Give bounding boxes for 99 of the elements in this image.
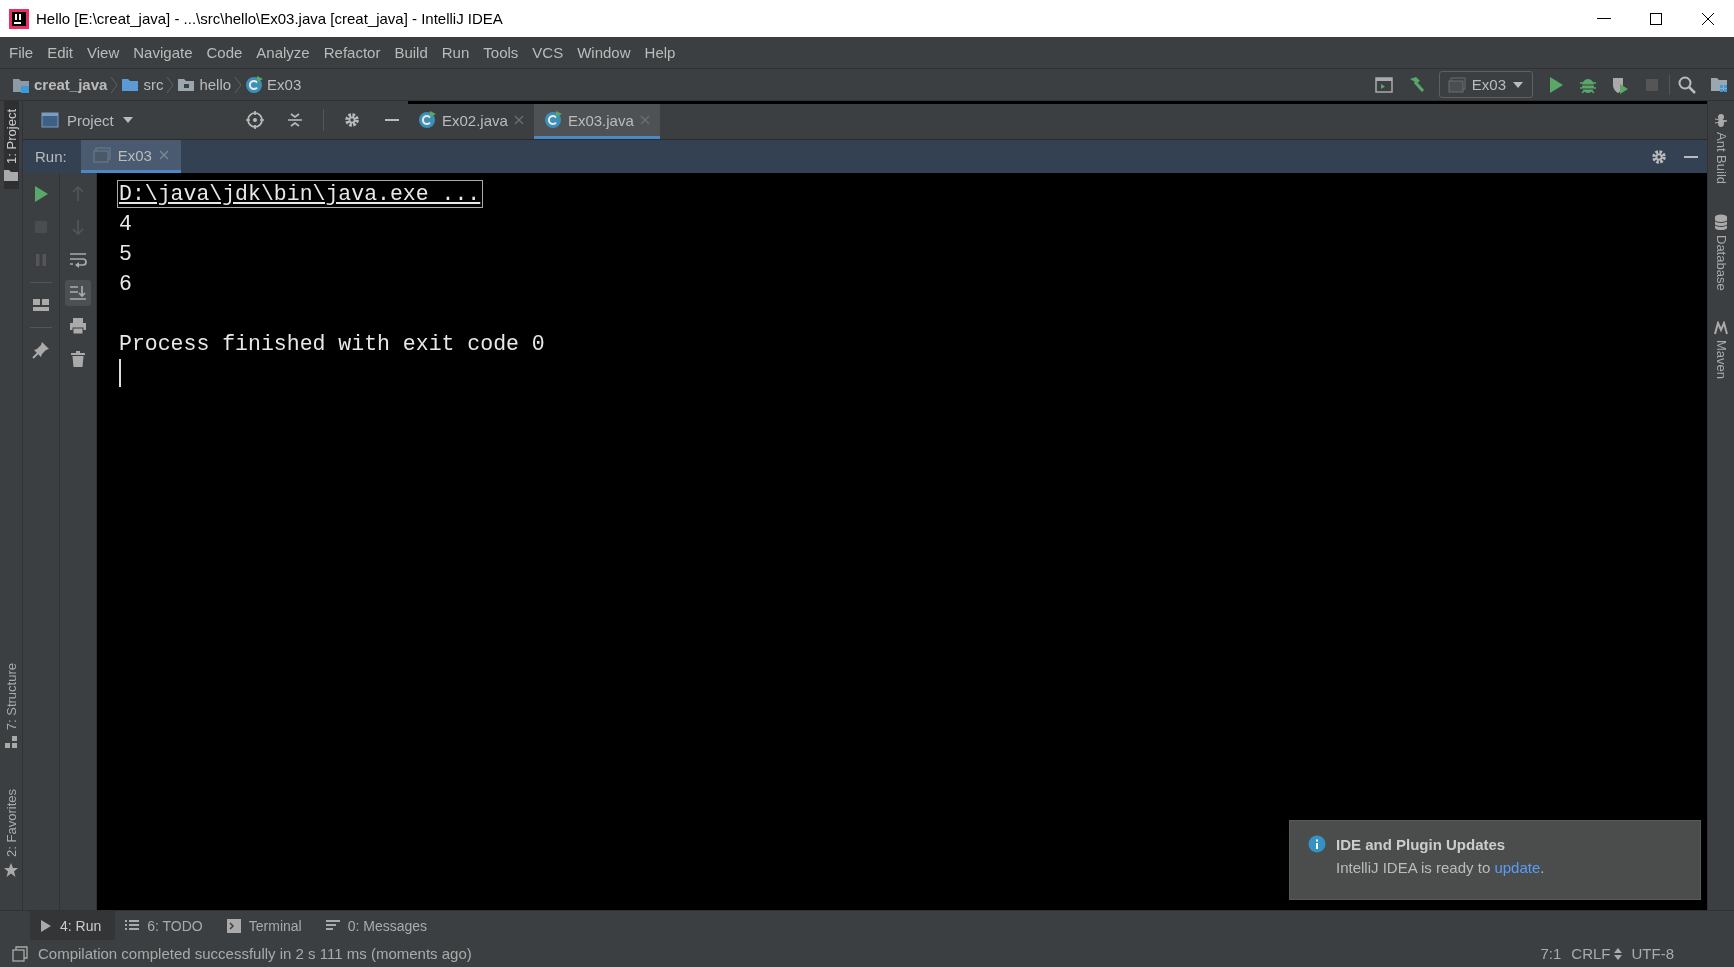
window-icon	[1447, 76, 1466, 93]
tool-window-button[interactable]: Terminal	[216, 911, 316, 940]
menu-item[interactable]: Tools	[477, 44, 527, 61]
menu-item[interactable]: Window	[571, 44, 639, 61]
class-icon	[245, 75, 264, 94]
status-message: Compilation completed successfully in 2 s 111 ms (moments ago)	[38, 945, 472, 962]
breadcrumb[interactable]: Ex03	[245, 75, 302, 94]
app-logo-icon	[8, 7, 30, 30]
menu-item[interactable]: Navigate	[127, 44, 201, 61]
layout-icon	[32, 296, 50, 314]
minimize-icon	[1684, 155, 1698, 158]
menu-item[interactable]: VCS	[526, 44, 572, 61]
line-separator-widget[interactable]: CRLF	[1571, 945, 1622, 962]
tool-window-button[interactable]: Maven	[1713, 312, 1729, 387]
settings-icon	[1650, 147, 1668, 166]
menu-item[interactable]: Build	[388, 44, 436, 61]
info-icon	[1308, 835, 1326, 853]
class-icon	[543, 111, 562, 129]
tool-window-button[interactable]: 4: Run	[30, 911, 116, 940]
console-line: Process finished with exit code 0	[119, 331, 545, 358]
tool-window-button[interactable]: 7: Structure	[3, 654, 19, 758]
run-panel-label: Run:	[34, 147, 68, 167]
tool-window-button[interactable]: Ant Build	[1713, 105, 1729, 193]
menu-item[interactable]: View	[81, 44, 128, 61]
encoding-widget[interactable]: UTF-8	[1631, 945, 1674, 962]
breadcrumb[interactable]: src	[121, 76, 164, 93]
tool-window-button[interactable]: 2: Favorites	[3, 781, 19, 886]
settings-icon	[343, 111, 361, 129]
notification-title: IDE and Plugin Updates	[1336, 835, 1506, 853]
caret-position[interactable]: 7:1	[1540, 945, 1562, 962]
window-icon	[1374, 75, 1393, 94]
tool-window-button[interactable]: 1: Project	[3, 101, 19, 189]
tool-window-button[interactable]: 0: Messages	[315, 911, 442, 940]
minimize-icon	[1597, 17, 1611, 20]
close-icon	[639, 115, 650, 125]
down-arrow-icon	[69, 218, 87, 236]
chevron-icon	[233, 75, 244, 94]
menu-item[interactable]: Run	[435, 44, 478, 61]
chevron-icon	[165, 75, 176, 94]
terminal-icon	[226, 918, 241, 933]
structure-icon	[4, 735, 18, 750]
console-command[interactable]: D:\java\jdk\bin\java.exe ...	[117, 180, 484, 208]
caret-icon	[121, 116, 134, 124]
folder-icon	[1710, 75, 1728, 94]
collapse-icon	[286, 111, 304, 129]
update-link[interactable]: update	[1494, 859, 1541, 876]
print-icon	[69, 317, 87, 335]
menu-item[interactable]: Refactor	[317, 44, 389, 61]
chevron-icon	[109, 75, 120, 94]
window-icon	[92, 147, 111, 163]
menu-item[interactable]: Edit	[41, 44, 82, 61]
pin-icon	[32, 341, 50, 359]
panel-toggle-icon	[12, 945, 28, 962]
scroll-to-end-button[interactable]	[65, 280, 91, 306]
scroll-to-end-icon	[69, 284, 87, 302]
run-tab[interactable]: Ex03	[80, 140, 181, 173]
console-line: 4	[119, 211, 132, 238]
folder-icon	[4, 168, 18, 181]
close-icon	[158, 150, 169, 160]
menu-item[interactable]: Analyze	[250, 44, 318, 61]
maven-icon	[1714, 320, 1728, 335]
search-icon	[1678, 75, 1696, 94]
database-icon	[1714, 214, 1728, 231]
shield-icon	[1611, 75, 1629, 94]
trash-icon	[69, 350, 87, 368]
caret-icon	[1512, 80, 1524, 89]
folder-icon	[12, 76, 30, 93]
crosshair-icon	[246, 111, 264, 129]
folder-icon	[121, 76, 140, 93]
run-icon	[1547, 75, 1565, 94]
console-line: 5	[119, 241, 132, 268]
console-line: 6	[119, 271, 132, 298]
folder-icon	[177, 76, 196, 93]
text-cursor	[119, 359, 121, 387]
wrap-icon	[69, 251, 87, 269]
close-icon	[513, 115, 524, 125]
maximize-icon	[1649, 11, 1663, 26]
breadcrumb[interactable]: creat_java	[12, 76, 108, 93]
star-icon	[3, 862, 19, 878]
list-icon	[125, 919, 140, 932]
menu-item[interactable]: Code	[200, 44, 251, 61]
tool-window-button[interactable]: 6: TODO	[115, 911, 217, 940]
window-icon	[41, 112, 59, 128]
window-title: Hello [E:\creat_java] - ...\src\hello\Ex03.java [creat_java] - IntelliJ IDEA	[36, 10, 503, 27]
breadcrumb[interactable]: hello	[177, 76, 232, 93]
messages-icon	[325, 919, 340, 932]
project-view-dropdown[interactable]: Project	[41, 111, 134, 129]
updown-icon	[1613, 947, 1622, 960]
menu-item[interactable]: Help	[638, 44, 684, 61]
notification-text: IntelliJ IDEA is ready to update.	[1335, 859, 1546, 876]
rerun-icon	[32, 185, 50, 203]
menu-item[interactable]: File	[3, 44, 42, 61]
play-icon	[40, 918, 52, 933]
tool-window-button[interactable]: Database	[1713, 206, 1729, 299]
class-icon	[418, 111, 436, 129]
editor-tab[interactable]: Ex03.java	[533, 104, 660, 139]
close-icon	[1701, 11, 1715, 26]
minimize-icon	[385, 119, 399, 121]
run-config-dropdown[interactable]: Ex03	[1438, 71, 1533, 98]
